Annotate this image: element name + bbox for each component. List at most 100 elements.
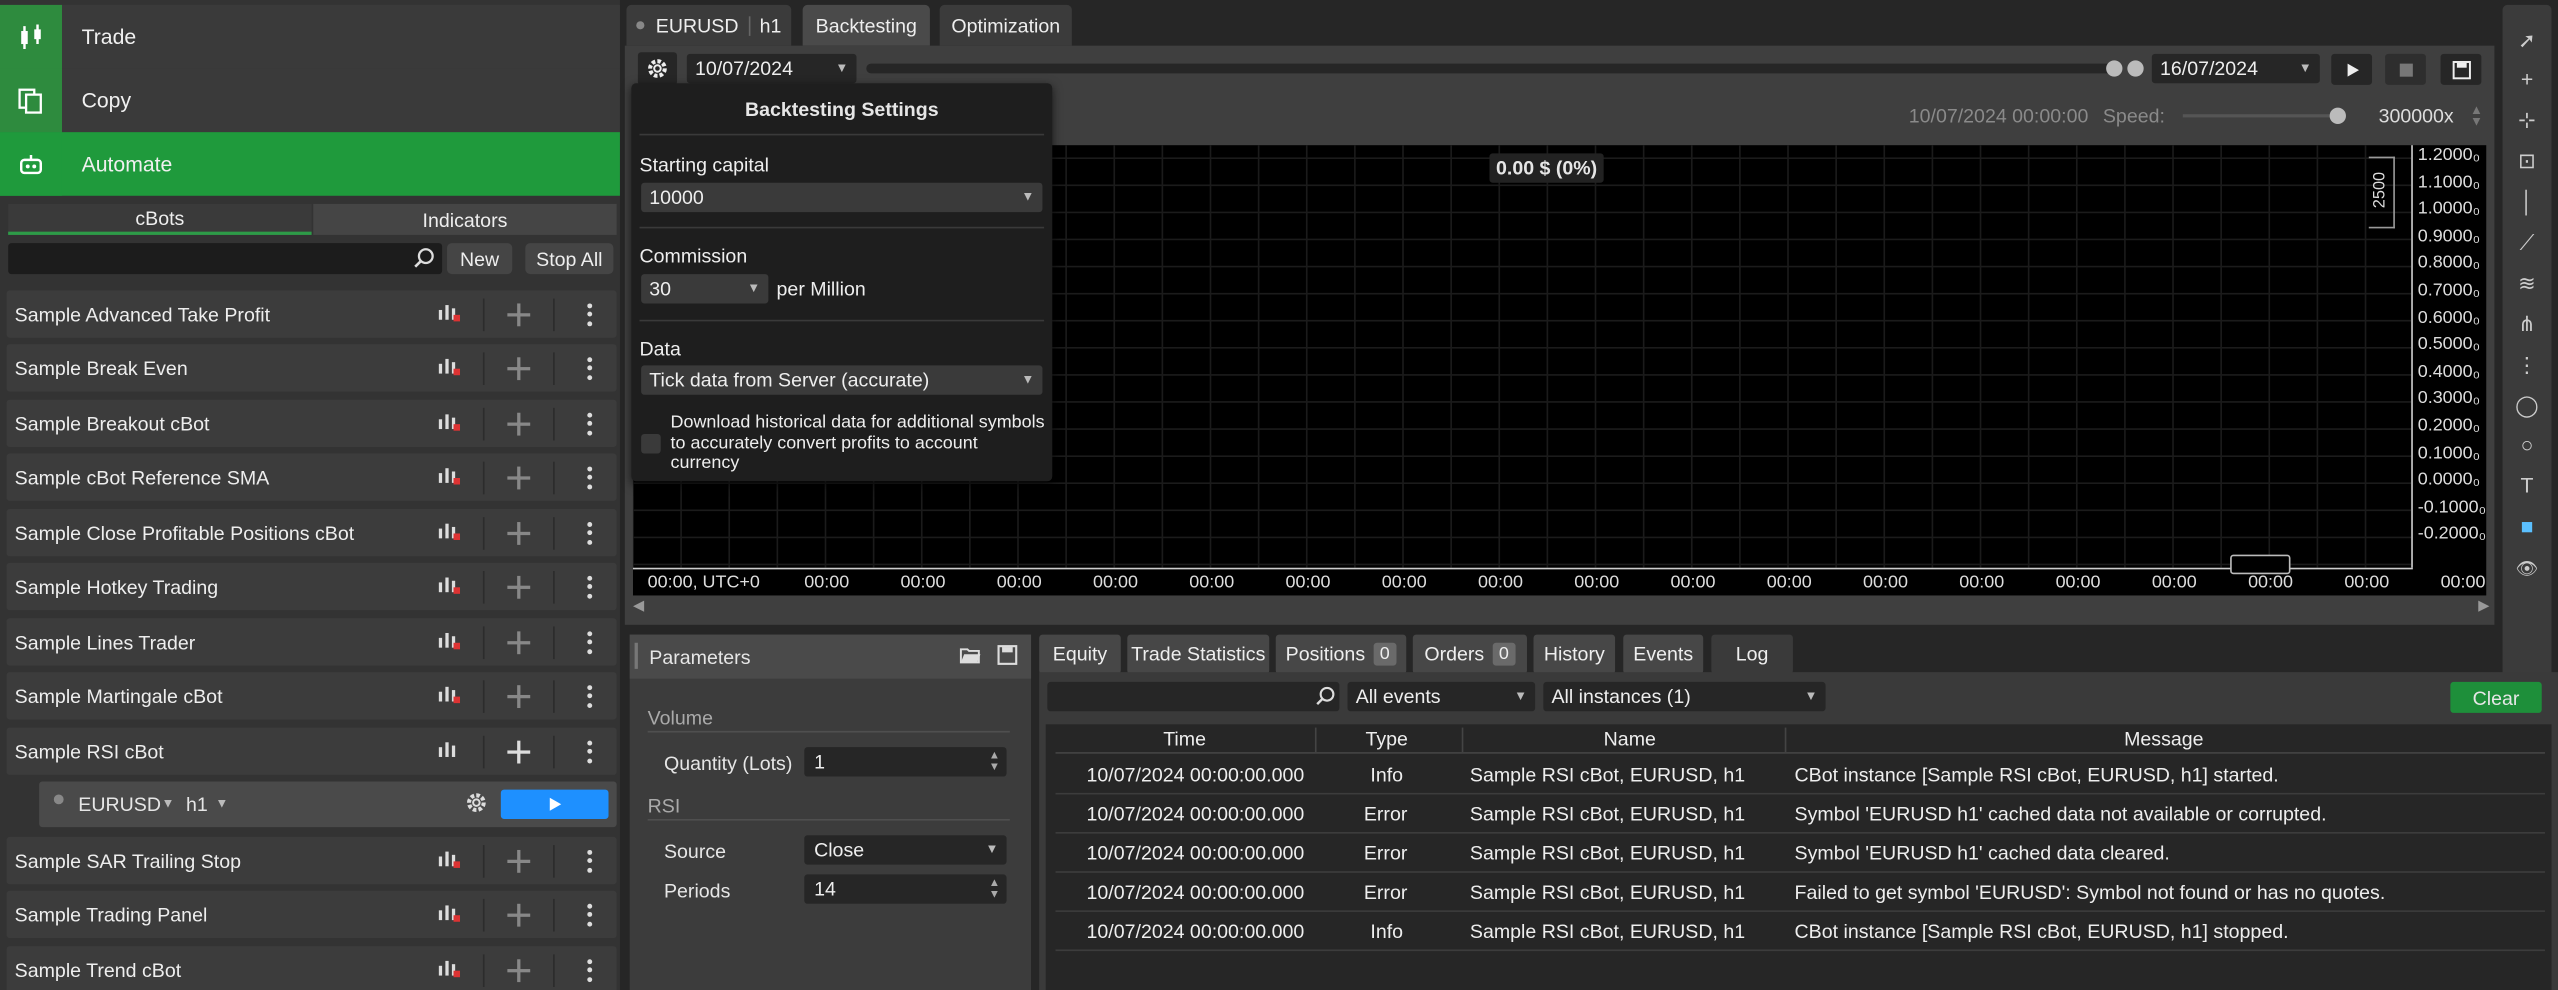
- more-options-icon[interactable]: [578, 355, 601, 381]
- commission-input[interactable]: 30 ▼: [641, 274, 769, 304]
- instance-symbol[interactable]: EURUSD: [78, 793, 161, 816]
- cbot-list-item[interactable]: Sample SAR Trailing Stop: [6, 836, 617, 885]
- tab-backtesting[interactable]: Backtesting: [802, 4, 930, 46]
- end-date-picker[interactable]: 16/07/2024 ▼: [2151, 53, 2320, 84]
- tab-history[interactable]: History: [1533, 634, 1616, 674]
- tab-orders[interactable]: Orders 0: [1412, 634, 1527, 674]
- add-instance-icon[interactable]: [507, 575, 531, 598]
- tab-events[interactable]: Events: [1623, 634, 1704, 674]
- backtest-icon[interactable]: [437, 682, 461, 710]
- trend-line-icon[interactable]: ⟋: [2512, 228, 2541, 257]
- cbot-list-item[interactable]: Sample Hotkey Trading: [6, 562, 617, 611]
- more-options-icon[interactable]: [578, 629, 601, 655]
- column-header-name[interactable]: Name: [1604, 728, 1656, 751]
- text-tool-icon[interactable]: T: [2512, 471, 2541, 500]
- data-source-select[interactable]: Tick data from Server (accurate) ▼: [641, 365, 1043, 395]
- more-options-icon[interactable]: [578, 683, 601, 709]
- horizontal-scrollbar[interactable]: ◀ ▶: [633, 597, 2490, 617]
- backtest-icon[interactable]: [437, 901, 461, 929]
- cursor-icon[interactable]: ➚: [2512, 26, 2541, 55]
- nav-trade[interactable]: Trade: [0, 4, 620, 69]
- search-icon[interactable]: [413, 246, 436, 274]
- add-instance-icon[interactable]: [507, 411, 531, 435]
- run-button[interactable]: [500, 789, 609, 819]
- more-options-icon[interactable]: [578, 464, 601, 490]
- more-options-icon[interactable]: [578, 901, 601, 927]
- add-instance-icon[interactable]: [507, 521, 531, 545]
- start-date-picker[interactable]: 10/07/2024 ▼: [686, 53, 857, 84]
- more-options-icon[interactable]: [578, 573, 601, 599]
- log-row[interactable]: 10/07/2024 00:00:00.000 Error Sample RSI c…: [1055, 796, 2545, 834]
- events-filter-select[interactable]: All events ▼: [1347, 681, 1536, 712]
- speed-stepper[interactable]: ▲ ▼: [2470, 104, 2483, 128]
- tab-indicators[interactable]: Indicators: [313, 203, 617, 235]
- cbot-list-item[interactable]: Sample Advanced Take Profit: [6, 290, 617, 338]
- crosshair-icon[interactable]: +: [2512, 65, 2541, 94]
- zoom-icon[interactable]: ⊹: [2512, 106, 2541, 135]
- backtest-icon[interactable]: [437, 956, 461, 984]
- visibility-icon[interactable]: 👁: [2512, 555, 2541, 584]
- add-instance-icon[interactable]: [507, 465, 531, 489]
- drag-handle[interactable]: [634, 642, 638, 669]
- search-icon[interactable]: [1315, 685, 1336, 711]
- instance-timeframe[interactable]: h1: [186, 793, 208, 816]
- save-icon[interactable]: [997, 644, 1018, 670]
- range-handle-end[interactable]: [2127, 60, 2144, 77]
- more-options-icon[interactable]: [578, 520, 601, 546]
- add-instance-icon[interactable]: [507, 849, 531, 872]
- instances-filter-select[interactable]: All instances (1) ▼: [1543, 681, 1826, 712]
- more-options-icon[interactable]: [578, 301, 601, 327]
- add-instance-icon[interactable]: [507, 302, 531, 326]
- cbot-list-item[interactable]: Sample cBot Reference SMA: [6, 453, 617, 501]
- more-options-icon[interactable]: [578, 957, 601, 983]
- backtest-icon[interactable]: [437, 300, 461, 328]
- clear-button[interactable]: Clear: [2450, 681, 2542, 713]
- cbot-list-item[interactable]: Sample Trading Panel: [6, 890, 617, 939]
- add-instance-icon[interactable]: [507, 356, 531, 380]
- circle-icon[interactable]: ○: [2512, 431, 2541, 460]
- new-button[interactable]: New: [447, 243, 513, 275]
- vertical-line-icon[interactable]: │: [2512, 188, 2541, 217]
- cbot-list-item[interactable]: Sample Close Profitable Positions cBot: [6, 508, 617, 557]
- tab-optimization[interactable]: Optimization: [939, 4, 1072, 46]
- source-select[interactable]: Close ▼: [804, 835, 1007, 865]
- starting-capital-input[interactable]: 10000 ▼: [641, 182, 1043, 213]
- log-row[interactable]: 10/07/2024 00:00:00.000 Info Sample RSI cB…: [1055, 914, 2545, 952]
- open-folder-icon[interactable]: [959, 646, 982, 670]
- add-instance-icon[interactable]: [507, 902, 531, 926]
- channel-icon[interactable]: ≋: [2512, 269, 2541, 298]
- pitchfork-icon[interactable]: ⋔: [2512, 310, 2541, 339]
- gear-icon[interactable]: [465, 791, 488, 819]
- rectangle-icon[interactable]: ■: [2512, 512, 2541, 541]
- backtest-icon[interactable]: [437, 409, 461, 437]
- more-options-icon[interactable]: [578, 848, 601, 874]
- add-instance-icon[interactable]: [507, 630, 531, 654]
- fibonacci-icon[interactable]: ⋮: [2512, 351, 2541, 380]
- tab-trade-statistics[interactable]: Trade Statistics: [1127, 634, 1270, 674]
- cbot-list-item[interactable]: Sample Trend cBot: [6, 946, 617, 990]
- stepper-arrows-icon[interactable]: ▲ ▼: [989, 750, 1000, 773]
- more-options-icon[interactable]: [578, 410, 601, 436]
- cbot-list-item[interactable]: Sample Break Even: [6, 344, 617, 392]
- measure-icon[interactable]: ⊡: [2512, 147, 2541, 176]
- tab-equity[interactable]: Equity: [1039, 634, 1121, 674]
- scroll-right-icon[interactable]: ▶: [2478, 597, 2489, 615]
- backtest-icon[interactable]: [437, 519, 461, 547]
- tab-positions[interactable]: Positions 0: [1275, 634, 1407, 674]
- add-instance-icon[interactable]: [507, 739, 531, 763]
- cbot-instance-row[interactable]: EURUSD ▼ h1 ▼: [39, 781, 617, 828]
- backtest-icon[interactable]: [437, 628, 461, 656]
- tab-cbots[interactable]: cBots: [8, 203, 312, 235]
- scroll-left-icon[interactable]: ◀: [633, 597, 644, 615]
- download-checkbox[interactable]: [641, 433, 661, 454]
- cbot-list-item[interactable]: Sample RSI cBot: [6, 727, 617, 775]
- play-button[interactable]: [2331, 53, 2373, 85]
- search-input[interactable]: [8, 243, 443, 275]
- stop-button[interactable]: [2385, 53, 2426, 85]
- backtest-icon[interactable]: [437, 354, 461, 382]
- log-row[interactable]: 10/07/2024 00:00:00.000 Error Sample RSI c…: [1055, 835, 2545, 873]
- more-options-icon[interactable]: [578, 738, 601, 764]
- save-button[interactable]: [2440, 53, 2482, 85]
- cbot-list-item[interactable]: Sample Martingale cBot: [6, 672, 617, 720]
- stop-all-button[interactable]: Stop All: [525, 243, 614, 275]
